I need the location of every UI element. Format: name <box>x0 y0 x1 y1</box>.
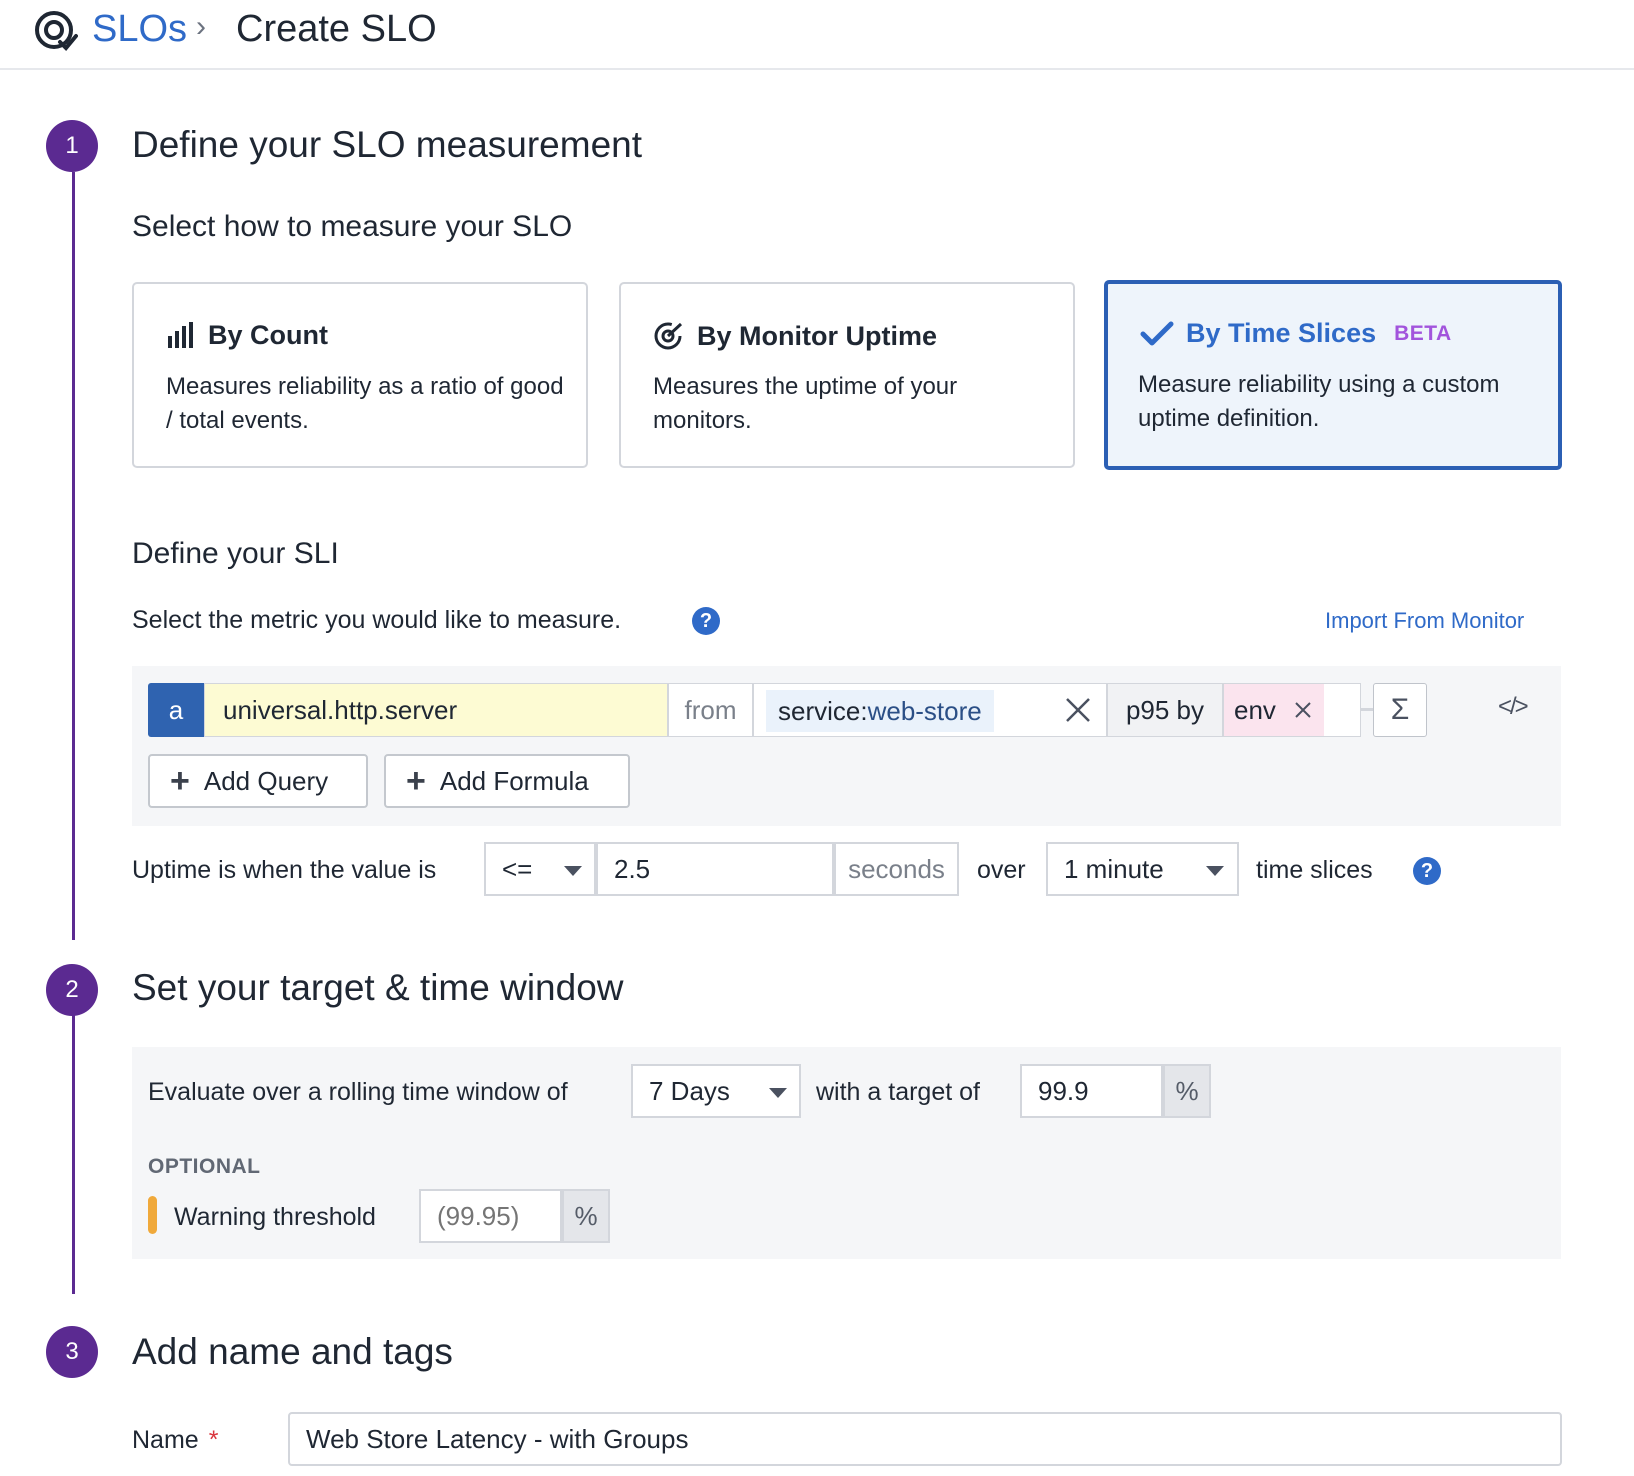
add-query-label: Add Query <box>203 765 329 796</box>
card-by-time-slices-title: By Time Slices <box>1186 318 1377 348</box>
sli-title: Define your SLI <box>132 537 339 570</box>
step-1-title: Define your SLO measurement <box>132 124 643 165</box>
group-by-input[interactable]: env <box>1223 683 1361 737</box>
step-2-badge: 2 <box>46 964 98 1016</box>
target-input[interactable]: 99.9 <box>1020 1064 1163 1118</box>
remove-group-icon[interactable] <box>1294 701 1312 719</box>
add-formula-button[interactable]: + Add Formula <box>384 754 630 808</box>
check-icon <box>1140 321 1174 345</box>
slice-window-select[interactable]: 1 minute <box>1046 842 1239 896</box>
time-window-value: 7 Days <box>649 1075 730 1106</box>
card-by-monitor-uptime-title: By Monitor Uptime <box>697 320 937 351</box>
required-mark: * <box>208 1426 219 1454</box>
time-slices-label: time slices <box>1256 856 1373 884</box>
monitor-target-icon <box>654 322 683 350</box>
plus-icon: + <box>406 762 426 800</box>
threshold-unit: seconds <box>834 842 959 896</box>
sli-instruction: Select the metric you would like to meas… <box>132 606 622 634</box>
chevron-down-icon <box>1206 866 1224 876</box>
breadcrumb-separator: › <box>196 10 206 43</box>
plus-icon: + <box>170 762 190 800</box>
query-letter-badge[interactable]: a <box>148 683 204 737</box>
card-by-time-slices[interactable]: By Time Slices BETA Measure reliability … <box>1104 280 1562 470</box>
from-label: from <box>668 683 753 737</box>
name-label: Name * <box>132 1426 218 1455</box>
scope-input[interactable]: service: web-store <box>753 683 1107 737</box>
beta-badge: BETA <box>1394 321 1452 345</box>
page-title: Create SLO <box>236 8 437 50</box>
card-by-count-title: By Count <box>208 320 328 350</box>
comparator-value: <= <box>502 853 533 884</box>
sigma-function-button[interactable]: Σ <box>1373 683 1427 737</box>
slo-name-input[interactable]: Web Store Latency - with Groups <box>288 1412 1562 1466</box>
over-label: over <box>977 856 1026 884</box>
add-formula-label: Add Formula <box>439 765 589 796</box>
warning-threshold-input[interactable] <box>419 1189 562 1243</box>
group-by-value: env <box>1234 694 1276 725</box>
target-prefix: with a target of <box>816 1078 980 1106</box>
slo-target-icon <box>35 11 78 51</box>
query-connector <box>1361 708 1373 711</box>
step-connector-1 <box>72 172 75 940</box>
bar-chart-icon <box>168 321 193 348</box>
group-by-chip[interactable]: env <box>1224 684 1324 736</box>
aggregation-select[interactable]: p95 by <box>1107 683 1223 737</box>
measurement-subtitle: Select how to measure your SLO <box>132 210 573 243</box>
card-by-monitor-uptime[interactable]: By Monitor Uptime Measures the uptime of… <box>619 282 1075 468</box>
scope-tag-key: service: <box>778 695 868 726</box>
add-query-button[interactable]: + Add Query <box>148 754 368 808</box>
step-1-badge: 1 <box>46 120 98 172</box>
step-3-badge: 3 <box>46 1326 98 1378</box>
metric-input[interactable]: universal.http.server <box>204 683 668 737</box>
card-by-monitor-uptime-description: Measures the uptime of your monitors. <box>653 373 958 434</box>
warning-threshold-label: Warning threshold <box>174 1203 376 1231</box>
clear-scope-icon[interactable] <box>1064 696 1092 724</box>
slice-window-value: 1 minute <box>1064 853 1164 884</box>
code-toggle-icon[interactable]: </> <box>1498 693 1529 721</box>
threshold-input[interactable]: 2.5 <box>596 842 834 896</box>
sli-help-icon[interactable]: ? <box>692 607 720 635</box>
breadcrumb-slos-link[interactable]: SLOs <box>92 8 187 51</box>
step-2-title: Set your target & time window <box>132 967 624 1008</box>
top-bar: SLOs › Create SLO <box>0 0 1634 70</box>
card-by-time-slices-description: Measure reliability using a custom uptim… <box>1138 371 1500 432</box>
time-slices-help-icon[interactable]: ? <box>1413 857 1441 885</box>
card-by-count[interactable]: By Count Measures reliability as a ratio… <box>132 282 588 468</box>
warning-percent-suffix: % <box>562 1189 610 1243</box>
card-by-count-description: Measures reliability as a ratio of good … <box>166 373 564 434</box>
uptime-prefix: Uptime is when the value is <box>132 856 437 884</box>
scope-tag-value: web-store <box>867 695 982 726</box>
name-label-text: Name <box>132 1426 199 1454</box>
chevron-down-icon <box>564 866 582 876</box>
window-prefix: Evaluate over a rolling time window of <box>148 1078 568 1106</box>
comparator-select[interactable]: <= <box>484 842 596 896</box>
step-connector-2 <box>72 1002 75 1294</box>
scope-tag-chip[interactable]: service: web-store <box>766 690 994 732</box>
import-from-monitor-link[interactable]: Import From Monitor <box>1325 608 1524 634</box>
optional-label: OPTIONAL <box>148 1155 261 1178</box>
step-3-title: Add name and tags <box>132 1331 453 1372</box>
warning-indicator <box>148 1196 157 1234</box>
target-percent-suffix: % <box>1163 1064 1211 1118</box>
chevron-down-icon <box>769 1088 787 1098</box>
time-window-select[interactable]: 7 Days <box>631 1064 801 1118</box>
